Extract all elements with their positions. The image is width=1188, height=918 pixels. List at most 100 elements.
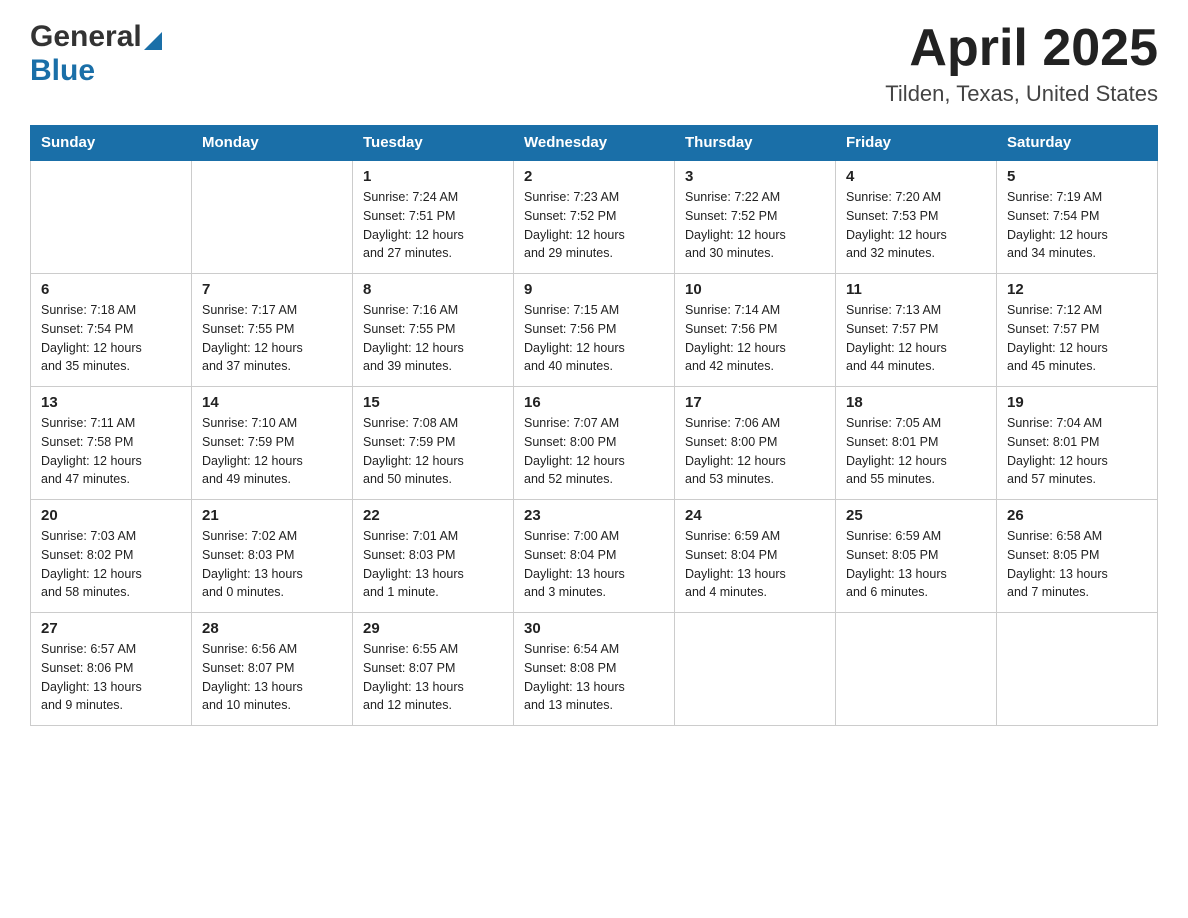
- day-info: Sunrise: 6:55 AM Sunset: 8:07 PM Dayligh…: [363, 640, 503, 715]
- day-number: 24: [685, 507, 825, 524]
- day-number: 9: [524, 281, 664, 298]
- day-info: Sunrise: 7:05 AM Sunset: 8:01 PM Dayligh…: [846, 414, 986, 489]
- day-info: Sunrise: 7:04 AM Sunset: 8:01 PM Dayligh…: [1007, 414, 1147, 489]
- calendar-week-row: 1 Sunrise: 7:24 AM Sunset: 7:51 PM Daylig…: [31, 160, 1158, 274]
- day-number: 29: [363, 620, 503, 637]
- calendar-cell: 6Sunrise: 7:18 AM Sunset: 7:54 PM Daylig…: [31, 274, 192, 387]
- calendar-location: Tilden, Texas, United States: [885, 81, 1158, 107]
- calendar-cell: 26 Sunrise: 6:58 AM Sunset: 8:05 PM Dayli…: [997, 500, 1158, 613]
- calendar-week-row: 20 Sunrise: 7:03 AM Sunset: 8:02 PM Dayli…: [31, 500, 1158, 613]
- calendar-cell: 24 Sunrise: 6:59 AM Sunset: 8:04 PM Dayli…: [675, 500, 836, 613]
- day-info: Sunrise: 7:01 AM Sunset: 8:03 PM Dayligh…: [363, 527, 503, 602]
- calendar-cell: 12 Sunrise: 7:12 AM Sunset: 7:57 PM Dayli…: [997, 274, 1158, 387]
- day-info: Sunrise: 6:59 AM Sunset: 8:05 PM Dayligh…: [846, 527, 986, 602]
- logo: General Blue: [30, 20, 162, 88]
- calendar-cell: 29 Sunrise: 6:55 AM Sunset: 8:07 PM Dayli…: [353, 613, 514, 726]
- day-number: 14: [202, 394, 342, 411]
- calendar-week-row: 6Sunrise: 7:18 AM Sunset: 7:54 PM Daylig…: [31, 274, 1158, 387]
- col-saturday: Saturday: [997, 126, 1158, 161]
- day-number: 1: [363, 168, 503, 185]
- col-tuesday: Tuesday: [353, 126, 514, 161]
- day-number: 27: [41, 620, 181, 637]
- day-number: 16: [524, 394, 664, 411]
- calendar-cell: [675, 613, 836, 726]
- day-info: Sunrise: 7:00 AM Sunset: 8:04 PM Dayligh…: [524, 527, 664, 602]
- day-number: 17: [685, 394, 825, 411]
- col-friday: Friday: [836, 126, 997, 161]
- day-info: Sunrise: 7:20 AM Sunset: 7:53 PM Dayligh…: [846, 188, 986, 263]
- calendar-cell: 13 Sunrise: 7:11 AM Sunset: 7:58 PM Dayli…: [31, 387, 192, 500]
- day-info: Sunrise: 7:17 AM Sunset: 7:55 PM Dayligh…: [202, 301, 342, 376]
- calendar-table: Sunday Monday Tuesday Wednesday Thursday…: [30, 125, 1158, 726]
- day-number: 12: [1007, 281, 1147, 298]
- day-number: 10: [685, 281, 825, 298]
- day-number: 5: [1007, 168, 1147, 185]
- calendar-cell: 17Sunrise: 7:06 AM Sunset: 8:00 PM Dayli…: [675, 387, 836, 500]
- day-info: Sunrise: 6:54 AM Sunset: 8:08 PM Dayligh…: [524, 640, 664, 715]
- day-info: Sunrise: 6:59 AM Sunset: 8:04 PM Dayligh…: [685, 527, 825, 602]
- day-info: Sunrise: 7:02 AM Sunset: 8:03 PM Dayligh…: [202, 527, 342, 602]
- day-number: 26: [1007, 507, 1147, 524]
- title-block: April 2025 Tilden, Texas, United States: [885, 20, 1158, 107]
- calendar-cell: 3Sunrise: 7:22 AM Sunset: 7:52 PM Daylig…: [675, 160, 836, 274]
- day-info: Sunrise: 7:18 AM Sunset: 7:54 PM Dayligh…: [41, 301, 181, 376]
- day-number: 8: [363, 281, 503, 298]
- day-info: Sunrise: 7:08 AM Sunset: 7:59 PM Dayligh…: [363, 414, 503, 489]
- day-info: Sunrise: 6:56 AM Sunset: 8:07 PM Dayligh…: [202, 640, 342, 715]
- day-number: 7: [202, 281, 342, 298]
- day-number: 11: [846, 281, 986, 298]
- calendar-cell: 20 Sunrise: 7:03 AM Sunset: 8:02 PM Dayli…: [31, 500, 192, 613]
- day-info: Sunrise: 7:16 AM Sunset: 7:55 PM Dayligh…: [363, 301, 503, 376]
- day-number: 4: [846, 168, 986, 185]
- day-info: Sunrise: 7:11 AM Sunset: 7:58 PM Dayligh…: [41, 414, 181, 489]
- day-info: Sunrise: 7:14 AM Sunset: 7:56 PM Dayligh…: [685, 301, 825, 376]
- calendar-cell: 27Sunrise: 6:57 AM Sunset: 8:06 PM Dayli…: [31, 613, 192, 726]
- calendar-cell: [836, 613, 997, 726]
- calendar-cell: 21Sunrise: 7:02 AM Sunset: 8:03 PM Dayli…: [192, 500, 353, 613]
- day-info: Sunrise: 7:23 AM Sunset: 7:52 PM Dayligh…: [524, 188, 664, 263]
- calendar-week-row: 27Sunrise: 6:57 AM Sunset: 8:06 PM Dayli…: [31, 613, 1158, 726]
- calendar-cell: 9Sunrise: 7:15 AM Sunset: 7:56 PM Daylig…: [514, 274, 675, 387]
- calendar-week-row: 13 Sunrise: 7:11 AM Sunset: 7:58 PM Dayli…: [31, 387, 1158, 500]
- logo-blue-text: Blue: [30, 54, 95, 87]
- col-wednesday: Wednesday: [514, 126, 675, 161]
- calendar-cell: 23 Sunrise: 7:00 AM Sunset: 8:04 PM Dayli…: [514, 500, 675, 613]
- day-info: Sunrise: 7:24 AM Sunset: 7:51 PM Dayligh…: [363, 188, 503, 263]
- calendar-cell: [997, 613, 1158, 726]
- calendar-cell: 16 Sunrise: 7:07 AM Sunset: 8:00 PM Dayli…: [514, 387, 675, 500]
- col-thursday: Thursday: [675, 126, 836, 161]
- calendar-cell: 18 Sunrise: 7:05 AM Sunset: 8:01 PM Dayli…: [836, 387, 997, 500]
- day-info: Sunrise: 7:03 AM Sunset: 8:02 PM Dayligh…: [41, 527, 181, 602]
- calendar-cell: 2Sunrise: 7:23 AM Sunset: 7:52 PM Daylig…: [514, 160, 675, 274]
- day-number: 13: [41, 394, 181, 411]
- calendar-cell: 7 Sunrise: 7:17 AM Sunset: 7:55 PM Daylig…: [192, 274, 353, 387]
- day-info: Sunrise: 7:12 AM Sunset: 7:57 PM Dayligh…: [1007, 301, 1147, 376]
- logo-general-text: General: [30, 20, 142, 54]
- calendar-cell: 22 Sunrise: 7:01 AM Sunset: 8:03 PM Dayli…: [353, 500, 514, 613]
- calendar-cell: 30 Sunrise: 6:54 AM Sunset: 8:08 PM Dayli…: [514, 613, 675, 726]
- day-number: 20: [41, 507, 181, 524]
- day-number: 18: [846, 394, 986, 411]
- calendar-cell: 10 Sunrise: 7:14 AM Sunset: 7:56 PM Dayli…: [675, 274, 836, 387]
- day-number: 23: [524, 507, 664, 524]
- day-number: 30: [524, 620, 664, 637]
- day-number: 3: [685, 168, 825, 185]
- day-info: Sunrise: 6:58 AM Sunset: 8:05 PM Dayligh…: [1007, 527, 1147, 602]
- day-number: 25: [846, 507, 986, 524]
- day-number: 15: [363, 394, 503, 411]
- calendar-cell: 15 Sunrise: 7:08 AM Sunset: 7:59 PM Dayli…: [353, 387, 514, 500]
- day-number: 19: [1007, 394, 1147, 411]
- day-info: Sunrise: 7:19 AM Sunset: 7:54 PM Dayligh…: [1007, 188, 1147, 263]
- calendar-cell: 8 Sunrise: 7:16 AM Sunset: 7:55 PM Daylig…: [353, 274, 514, 387]
- calendar-cell: [31, 160, 192, 274]
- page-header: General Blue April 2025 Tilden, Texas, U…: [30, 20, 1158, 107]
- logo-triangle-icon: [144, 32, 162, 50]
- calendar-cell: 11Sunrise: 7:13 AM Sunset: 7:57 PM Dayli…: [836, 274, 997, 387]
- calendar-title: April 2025: [885, 20, 1158, 77]
- day-info: Sunrise: 7:10 AM Sunset: 7:59 PM Dayligh…: [202, 414, 342, 489]
- col-monday: Monday: [192, 126, 353, 161]
- day-number: 22: [363, 507, 503, 524]
- calendar-header-row: Sunday Monday Tuesday Wednesday Thursday…: [31, 126, 1158, 161]
- day-info: Sunrise: 7:07 AM Sunset: 8:00 PM Dayligh…: [524, 414, 664, 489]
- calendar-cell: 4 Sunrise: 7:20 AM Sunset: 7:53 PM Daylig…: [836, 160, 997, 274]
